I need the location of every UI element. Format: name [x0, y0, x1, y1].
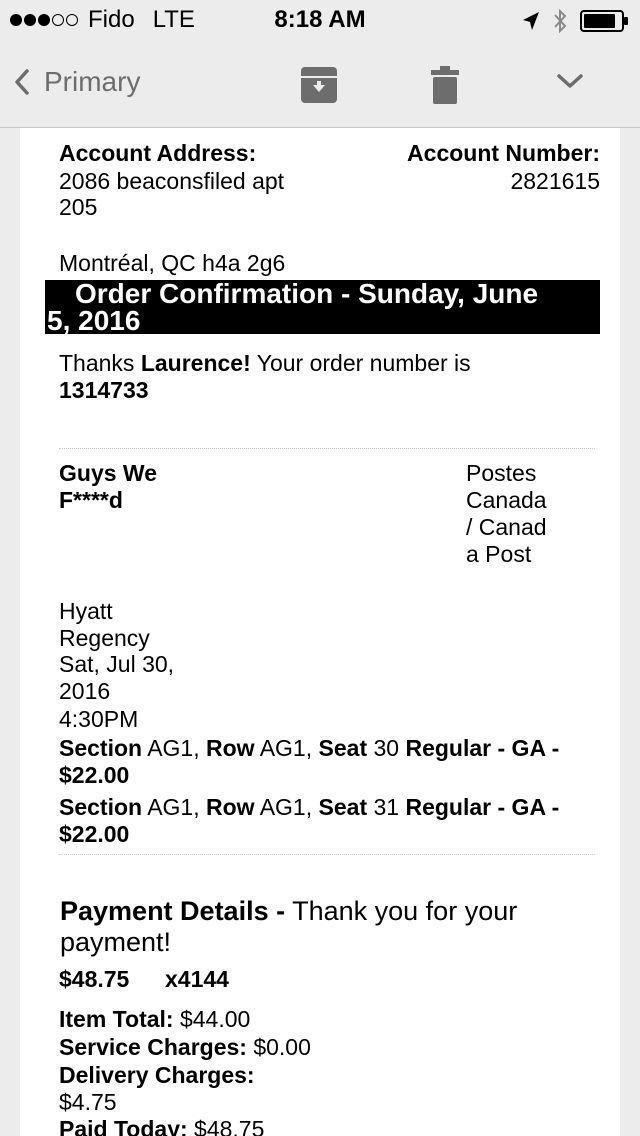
item-total: Item Total: $44.00 — [59, 1006, 250, 1033]
order-banner-line2: 5, 2016 — [47, 305, 141, 335]
account-address-city: Montréal, QC h4a 2g6 — [59, 250, 286, 276]
section-label: Section — [59, 794, 143, 820]
delivery-charges-label: Delivery Charges: — [59, 1062, 255, 1088]
order-number: 1314733 — [59, 377, 149, 403]
order-confirmation-banner: Order Confirmation - Sunday, June 5, 201… — [45, 280, 600, 334]
delivery-charges-value: $4.75 — [59, 1089, 117, 1115]
nav-bar: Primary — [0, 40, 640, 128]
archive-button[interactable] — [300, 66, 338, 109]
account-number-value: 2821615 — [510, 168, 600, 194]
payment-details-heading: Payment Details - Thank you for your pay… — [60, 896, 580, 958]
item-total-label: Item Total: — [59, 1006, 174, 1032]
row-value: AG1 — [259, 794, 306, 820]
location-arrow-icon — [523, 12, 539, 30]
service-charges-label: Service Charges: — [59, 1034, 247, 1060]
bluetooth-icon — [554, 8, 567, 34]
order-thanks-message: Thanks Laurence! Your order number is 13… — [59, 350, 499, 404]
section-value: AG1 — [147, 794, 194, 820]
divider — [59, 854, 595, 855]
status-right — [510, 8, 630, 34]
paid-today-value: $48.75 — [194, 1116, 265, 1136]
status-bar: Fido LTE 8:18 AM — [0, 0, 640, 40]
seat-value: 30 — [373, 735, 400, 761]
more-options-button[interactable] — [556, 72, 584, 95]
ticket-line: Section AG1, Row AG1, Seat 30 Regular - … — [59, 735, 560, 788]
row-label: Row — [206, 735, 255, 761]
email-body: Account Address: 2086 beaconsfiled apt 2… — [20, 128, 620, 1136]
thanks-middle: Your order number is — [250, 350, 471, 376]
screen: Fido LTE 8:18 AM Primary Account Address… — [0, 0, 640, 1136]
seat-label: Seat — [318, 794, 368, 820]
payment-card: x4144 — [165, 966, 229, 992]
archive-icon — [301, 67, 337, 103]
event-date: Sat, Jul 30, 2016 — [59, 651, 175, 704]
battery-icon — [580, 10, 628, 32]
paid-today-label: Paid Today: — [59, 1116, 188, 1136]
row-value: AG1 — [259, 735, 306, 761]
back-button[interactable]: Primary — [14, 66, 140, 98]
payment-title: Payment Details - — [60, 896, 286, 926]
order-banner-line1: Order Confirmation - Sunday, June — [75, 280, 539, 309]
trash-button[interactable] — [430, 66, 460, 109]
event-venue: Hyatt Regency — [59, 598, 150, 651]
chevron-down-icon — [557, 74, 583, 88]
payment-amount: $48.75 — [59, 966, 130, 992]
customer-name: Laurence! — [140, 350, 251, 376]
chevron-left-icon — [15, 69, 29, 95]
item-total-value: $44.00 — [179, 1006, 251, 1032]
account-address-line2: 205 — [59, 194, 98, 220]
account-address-line1: 2086 beaconsfiled apt — [59, 168, 285, 194]
event-time: 4:30PM — [59, 706, 139, 732]
event-name: Guys We F****d — [59, 460, 157, 513]
row-label: Row — [206, 794, 255, 820]
trash-icon — [431, 66, 459, 104]
account-number-label: Account Number: — [407, 140, 600, 166]
back-label: Primary — [44, 66, 141, 97]
paid-today: Paid Today: $48.75 — [59, 1116, 264, 1136]
seat-label: Seat — [318, 735, 368, 761]
section-value: AG1 — [147, 735, 194, 761]
account-address-label: Account Address: — [59, 140, 257, 166]
service-charges-value: $0.00 — [253, 1034, 311, 1060]
ticket-line: Section AG1, Row AG1, Seat 31 Regular - … — [59, 794, 560, 847]
divider — [59, 448, 595, 449]
seat-value: 31 — [373, 794, 400, 820]
delivery-method: Postes Canada / Canada Post — [466, 460, 547, 567]
service-charges: Service Charges: $0.00 — [59, 1034, 311, 1061]
section-label: Section — [59, 735, 143, 761]
thanks-prefix: Thanks — [59, 350, 141, 376]
